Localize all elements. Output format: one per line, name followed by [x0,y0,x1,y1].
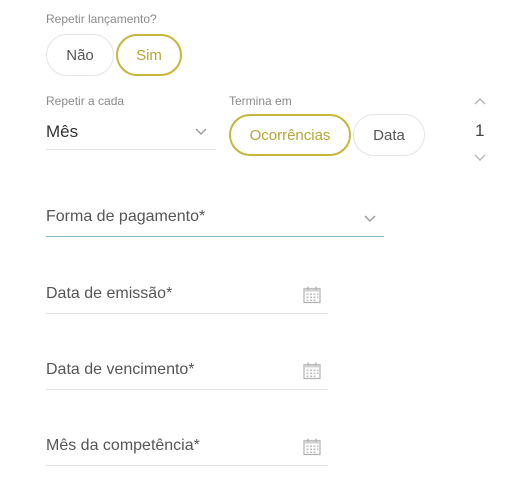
competence-month-field[interactable]: Mês da competência* [46,432,328,466]
chevron-down-icon [195,128,207,135]
issue-date-field[interactable]: Data de emissão* [46,280,328,314]
frequency-select[interactable]: Mês [46,114,216,150]
issue-date-placeholder: Data de emissão* [46,285,173,302]
calendar-icon[interactable] [302,437,322,457]
competence-month-underline [46,465,328,466]
issue-date-underline [46,313,328,314]
frequency-value: Mês [46,122,79,141]
occurrences-stepper[interactable]: 1 [465,90,495,170]
payment-select[interactable]: Forma de pagamento* [46,202,384,238]
calendar-icon[interactable] [302,285,322,305]
due-date-field[interactable]: Data de vencimento* [46,356,328,390]
repeat-label: Repetir lançamento? [46,12,157,26]
repeat-no-label: Não [66,46,94,64]
occurrences-value: 1 [475,121,485,140]
due-date-underline [46,389,328,390]
frequency-label: Repetir a cada [46,94,125,108]
repeat-yes-button[interactable]: Sim [116,34,182,76]
ends-occurrences-button[interactable]: Ocorrências [229,114,351,156]
ends-date-label: Data [373,126,405,144]
chevron-down-icon[interactable] [473,153,487,163]
payment-placeholder: Forma de pagamento* [46,208,206,225]
repeat-yes-label: Sim [136,46,162,64]
repeat-no-button[interactable]: Não [46,34,114,76]
competence-month-placeholder: Mês da competência* [46,437,200,454]
frequency-underline [46,149,216,150]
calendar-icon[interactable] [302,361,322,381]
payment-underline [46,236,384,237]
ends-occurrences-label: Ocorrências [249,126,331,144]
chevron-up-icon[interactable] [473,96,487,106]
ends-date-button[interactable]: Data [353,114,425,156]
ends-label: Termina em [229,94,292,108]
due-date-placeholder: Data de vencimento* [46,361,195,378]
chevron-down-icon [364,215,376,222]
